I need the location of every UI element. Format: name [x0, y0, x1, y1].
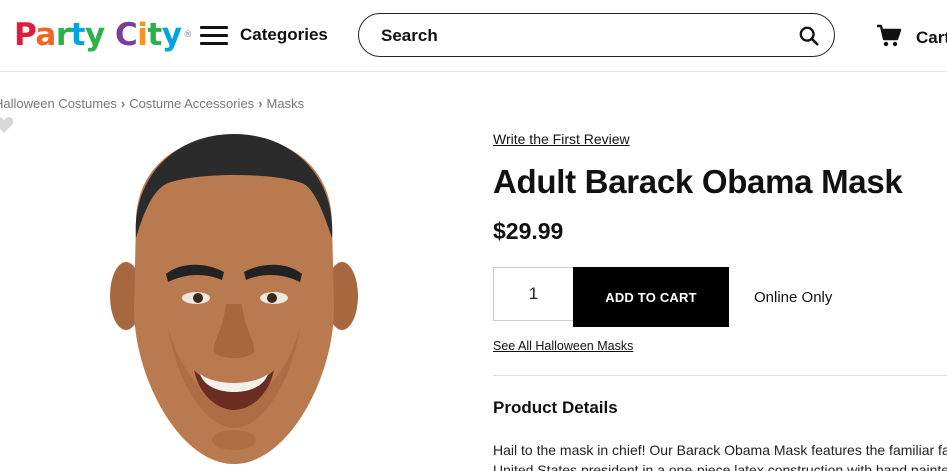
- write-review-link[interactable]: Write the First Review: [493, 131, 630, 147]
- logo-letter: C: [114, 17, 138, 53]
- cart-icon[interactable]: [876, 24, 902, 48]
- chevron-right-icon: ›: [258, 96, 263, 111]
- logo-letter: a: [35, 17, 56, 53]
- logo-letter: r: [55, 17, 71, 53]
- menu-icon[interactable]: [200, 26, 228, 46]
- search-input[interactable]: [381, 25, 781, 47]
- cart-link[interactable]: Cart: [916, 28, 947, 48]
- categories-button[interactable]: Categories: [240, 25, 328, 45]
- description-line: United States president in a one-piece l…: [493, 462, 947, 471]
- party-city-logo[interactable]: Party City ®: [14, 15, 192, 55]
- logo-letter: P: [14, 17, 36, 53]
- heart-icon[interactable]: [0, 116, 14, 134]
- product-description: Hail to the mask in chief! Our Barack Ob…: [493, 440, 947, 471]
- search-bar: [358, 13, 835, 57]
- logo-letter: y: [161, 17, 182, 53]
- product-image: [110, 134, 358, 464]
- logo-letter: t: [147, 17, 162, 53]
- product-details-heading[interactable]: Product Details: [493, 398, 618, 418]
- breadcrumb-item[interactable]: Halloween Costumes: [0, 96, 117, 111]
- search-icon[interactable]: [798, 25, 820, 47]
- description-line: Hail to the mask in chief! Our Barack Ob…: [493, 442, 947, 458]
- see-all-masks-link[interactable]: See All Halloween Masks: [493, 339, 633, 353]
- logo-letter: y: [84, 17, 105, 53]
- divider: [493, 375, 947, 376]
- logo-word-party: Party: [14, 17, 105, 53]
- breadcrumb: Halloween Costumes › Costume Accessories › M…: [0, 96, 304, 111]
- site-header: Party City® Categories Cart: [0, 0, 947, 72]
- logo-letter: t: [70, 17, 86, 53]
- product-title: Adult Barack Obama Mask: [493, 163, 903, 200]
- logo-word-city: City: [114, 17, 182, 53]
- breadcrumb-item[interactable]: Masks: [267, 96, 305, 111]
- logo-letter: i: [137, 17, 148, 53]
- availability-label: Online Only: [754, 289, 833, 306]
- quantity-input[interactable]: 1: [493, 267, 573, 321]
- breadcrumb-item[interactable]: Costume Accessories: [129, 96, 254, 111]
- logo-trademark: ®: [183, 30, 192, 40]
- chevron-right-icon: ›: [120, 96, 126, 111]
- product-price: $29.99: [493, 218, 564, 244]
- add-to-cart-button[interactable]: ADD TO CART: [573, 267, 729, 327]
